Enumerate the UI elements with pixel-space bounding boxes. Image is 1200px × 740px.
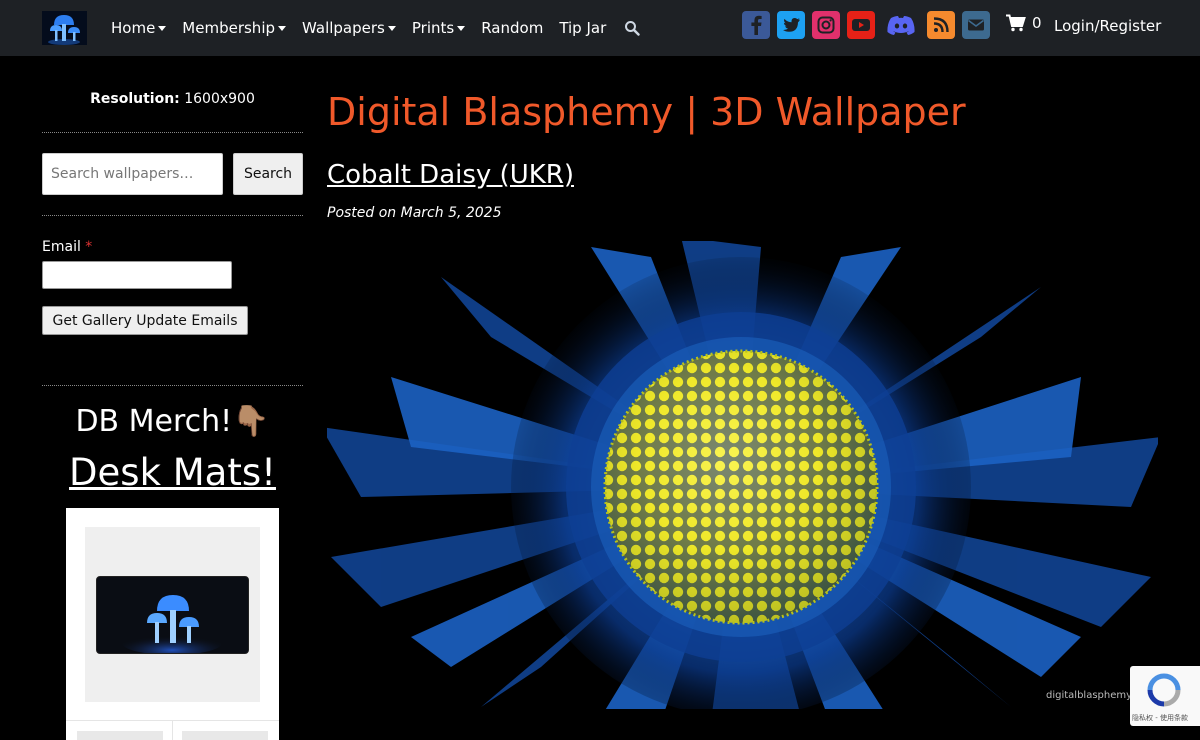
recaptcha-icon xyxy=(1147,673,1181,707)
wallpaper-image[interactable]: digitalblasphemy. xyxy=(327,241,1158,709)
social-links xyxy=(742,11,997,39)
search-icon[interactable] xyxy=(624,20,640,36)
cart-link[interactable]: 0 xyxy=(1006,14,1042,32)
caret-down-icon xyxy=(158,25,167,31)
merch-card[interactable] xyxy=(66,508,279,740)
desk-mats-link[interactable]: Desk Mats! xyxy=(42,451,303,494)
nav-random[interactable]: Random xyxy=(481,19,543,37)
divider xyxy=(42,132,303,133)
required-marker: * xyxy=(85,239,93,255)
divider xyxy=(172,721,173,740)
watermark: digitalblasphemy. xyxy=(1046,690,1134,701)
merch-thumbnail[interactable] xyxy=(182,731,268,740)
email-label: Email * xyxy=(42,239,93,255)
site-logo[interactable] xyxy=(42,11,87,45)
cobalt-daisy-image: digitalblasphemy. xyxy=(327,241,1158,709)
email-icon[interactable] xyxy=(962,11,990,39)
facebook-icon[interactable] xyxy=(742,11,770,39)
discord-icon[interactable] xyxy=(882,11,920,39)
youtube-icon[interactable] xyxy=(847,11,875,39)
rss-icon[interactable] xyxy=(927,11,955,39)
nav-prints[interactable]: Prints xyxy=(412,19,466,37)
caret-down-icon xyxy=(387,25,396,31)
email-field[interactable] xyxy=(42,261,232,289)
resolution-label: Resolution: xyxy=(90,91,180,107)
resolution-display: Resolution: 1600x900 xyxy=(42,91,303,107)
desk-mat-product xyxy=(96,576,249,654)
divider xyxy=(42,385,303,386)
instagram-icon[interactable] xyxy=(812,11,840,39)
merch-heading: DB Merch!👇🏽 xyxy=(75,404,270,439)
search-input[interactable] xyxy=(42,153,223,195)
site-title: Digital Blasphemy | 3D Wallpaper xyxy=(327,90,966,134)
nav-home[interactable]: Home xyxy=(111,19,167,37)
post-date: Posted on March 5, 2025 xyxy=(327,205,502,221)
nav-membership[interactable]: Membership xyxy=(182,19,287,37)
recaptcha-links[interactable]: 隐私权 - 使用条款 xyxy=(1132,713,1188,723)
merch-thumbnails xyxy=(66,720,279,740)
search-button[interactable]: Search xyxy=(233,153,303,195)
twitter-icon[interactable] xyxy=(777,11,805,39)
cart-count: 0 xyxy=(1032,14,1042,32)
caret-down-icon xyxy=(278,25,287,31)
desk-mat-image[interactable] xyxy=(85,527,260,702)
resolution-value: 1600x900 xyxy=(184,91,255,107)
recaptcha-badge[interactable]: 隐私权 - 使用条款 xyxy=(1130,666,1200,726)
divider xyxy=(42,215,303,216)
nav-wallpapers[interactable]: Wallpapers xyxy=(302,19,396,37)
top-navbar: Home Membership Wallpapers Prints Random… xyxy=(0,0,1200,56)
main-menu: Home Membership Wallpapers Prints Random… xyxy=(111,0,656,56)
nav-tip-jar[interactable]: Tip Jar xyxy=(559,19,606,37)
login-register-link[interactable]: Login/Register xyxy=(1054,17,1161,35)
caret-down-icon xyxy=(457,25,466,31)
mushroom-logo-icon xyxy=(42,11,87,45)
merch-thumbnail[interactable] xyxy=(77,731,163,740)
shopping-cart-icon xyxy=(1006,14,1026,32)
get-updates-button[interactable]: Get Gallery Update Emails xyxy=(42,306,248,335)
post-title-link[interactable]: Cobalt Daisy (UKR) xyxy=(327,160,574,190)
